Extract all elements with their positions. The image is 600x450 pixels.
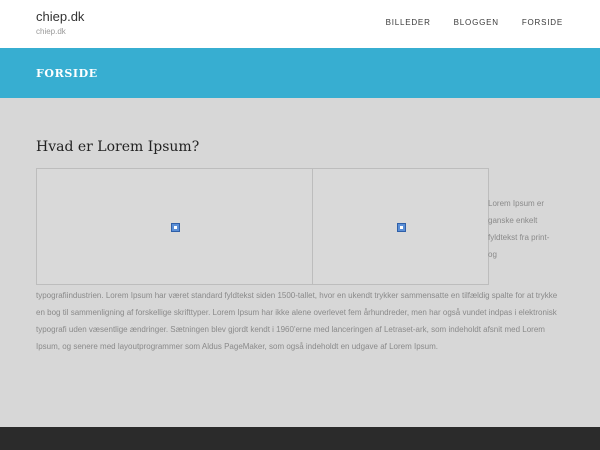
post-text-body: typografiindustrien. Lorem Ipsum har vær… bbox=[36, 291, 558, 351]
nav-item-bloggen[interactable]: BLOGGEN bbox=[454, 18, 499, 28]
site-header: chiep.dk chiep.dk BILLEDER BLOGGEN FORSI… bbox=[0, 0, 600, 48]
broken-image-icon bbox=[170, 222, 180, 232]
main-nav: BILLEDER BLOGGEN FORSIDE bbox=[363, 18, 563, 28]
nav-item-billeder[interactable]: BILLEDER bbox=[386, 18, 431, 28]
site-tagline: chiep.dk bbox=[36, 27, 66, 36]
site-footer bbox=[0, 427, 600, 450]
post-image-2 bbox=[312, 168, 489, 285]
site-brand[interactable]: chiep.dk chiep.dk bbox=[36, 9, 84, 37]
broken-image-icon bbox=[396, 222, 406, 232]
post-title: Hvad er Lorem Ipsum? bbox=[36, 139, 200, 155]
main-content: Hvad er Lorem Ipsum? Lorem Ipsum er gans… bbox=[0, 98, 600, 427]
page-banner: FORSIDE bbox=[0, 48, 600, 98]
site-title[interactable]: chiep.dk bbox=[36, 9, 84, 25]
nav-item-forside[interactable]: FORSIDE bbox=[522, 18, 563, 28]
post-image-1 bbox=[36, 168, 313, 285]
page-title: FORSIDE bbox=[36, 67, 98, 80]
post-text-side: Lorem Ipsum er ganske enkelt fyldtekst f… bbox=[488, 199, 550, 259]
